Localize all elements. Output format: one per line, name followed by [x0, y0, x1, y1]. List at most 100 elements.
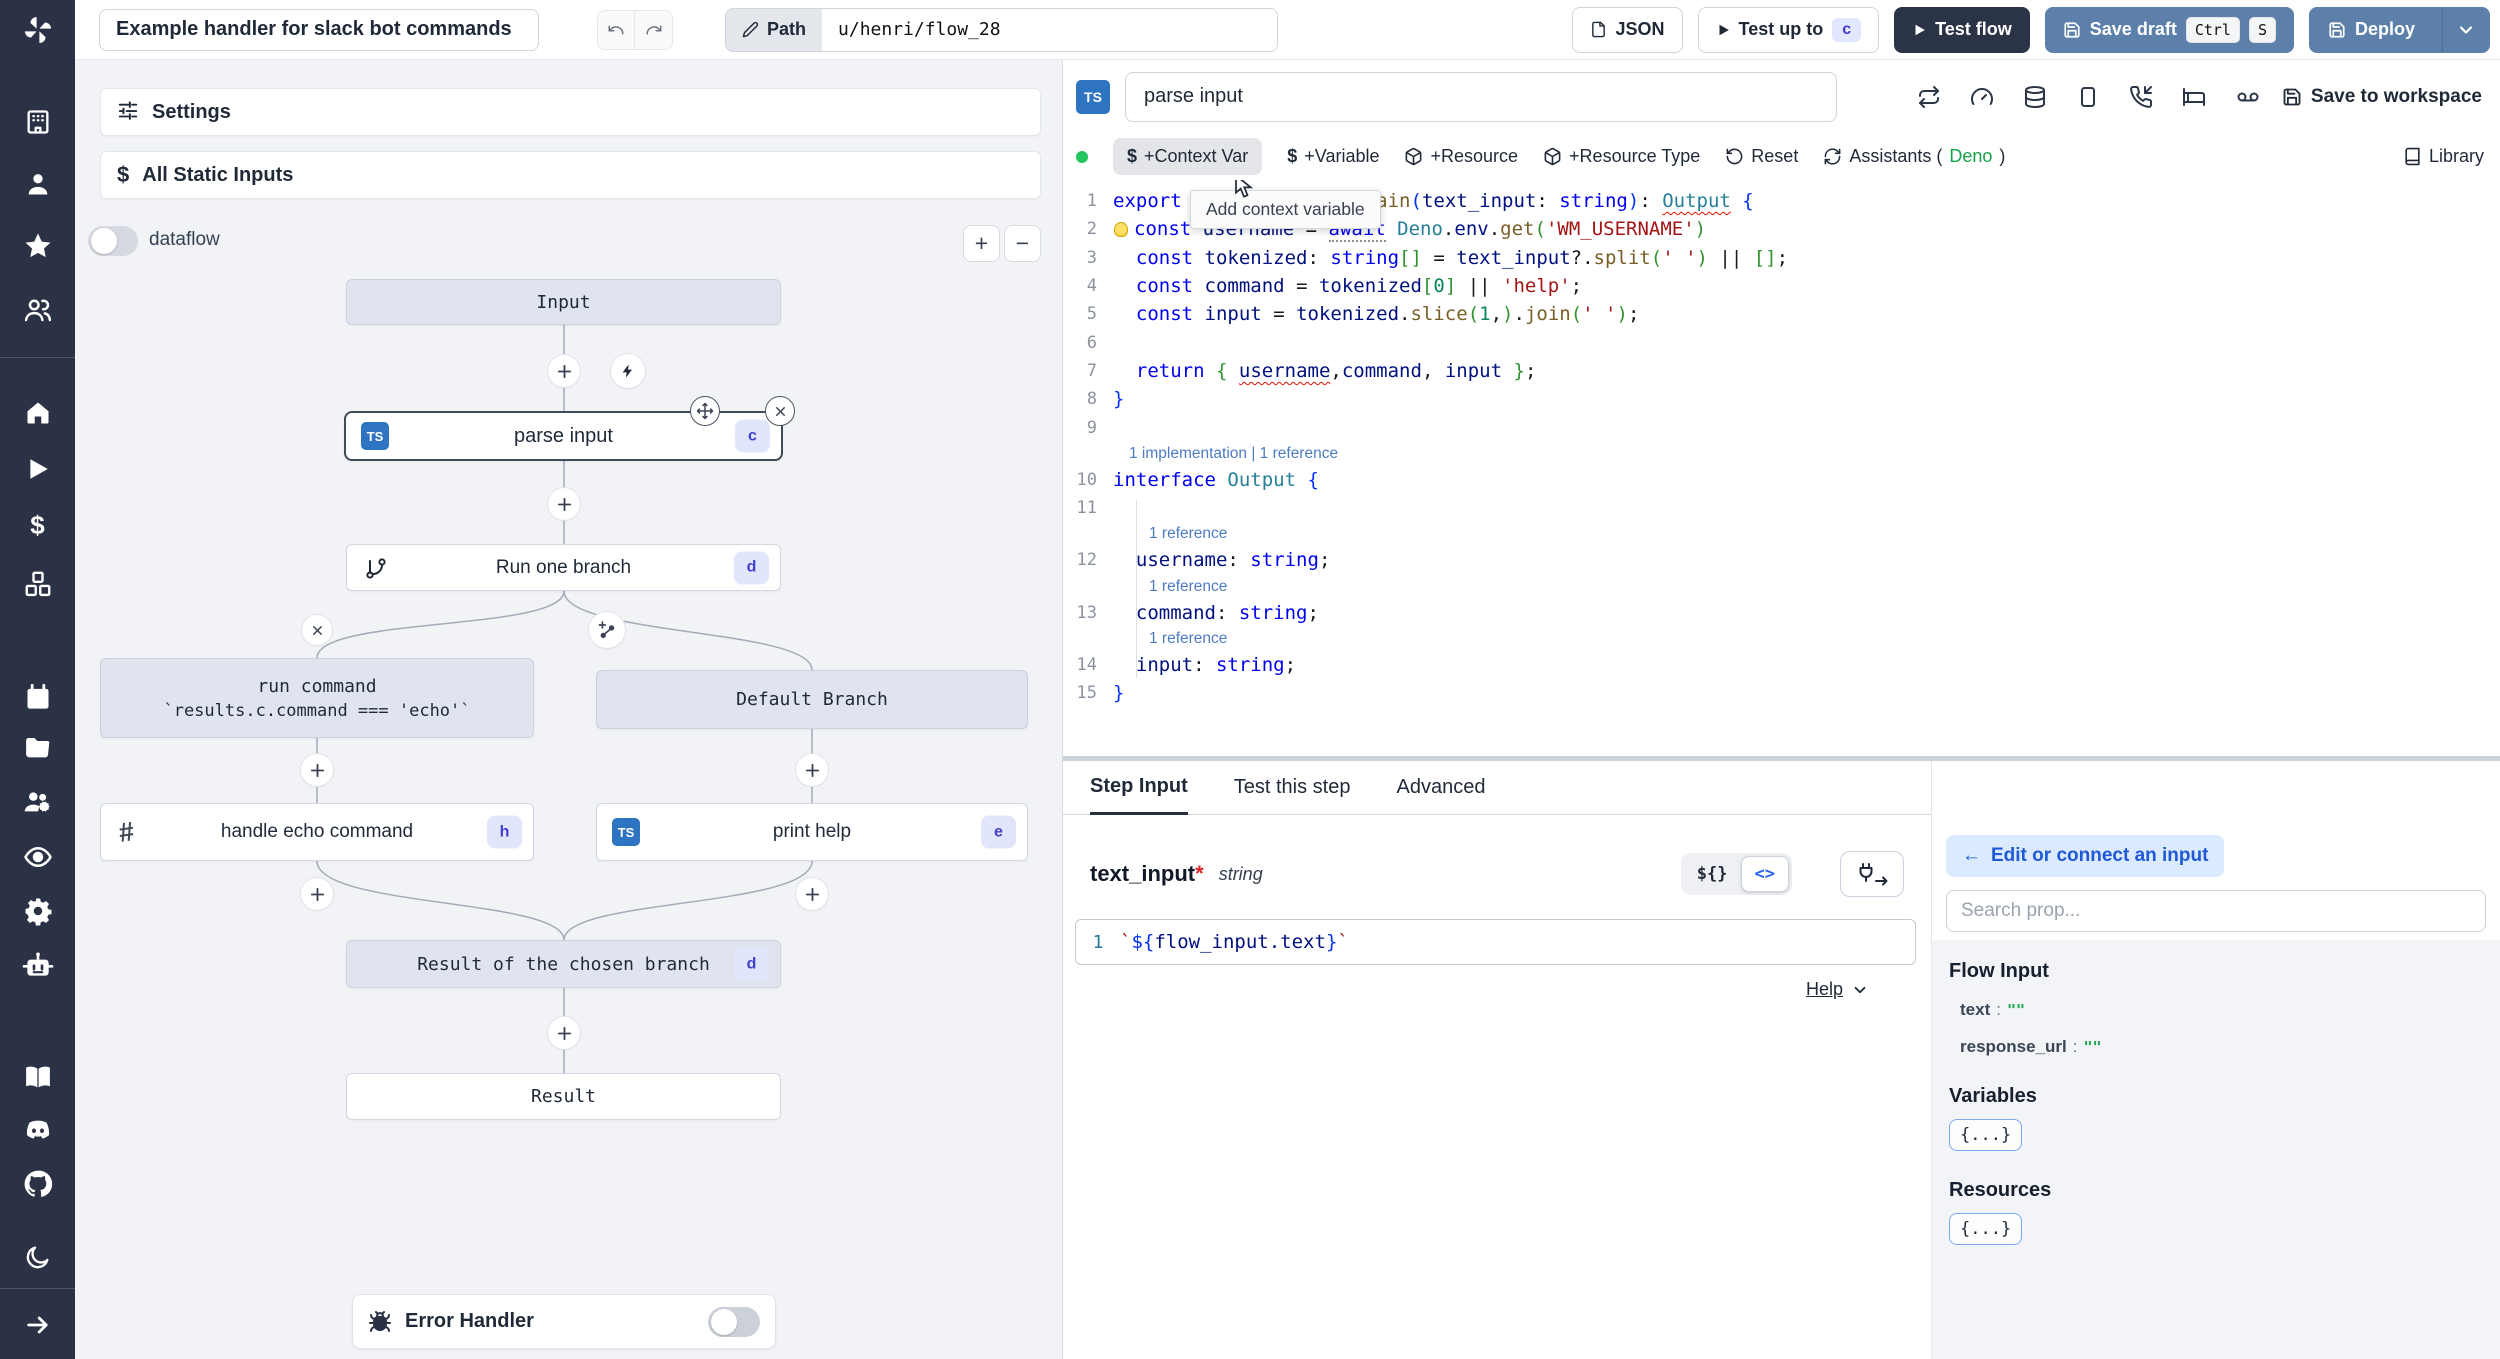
add-branch-button[interactable]	[589, 612, 625, 648]
home-icon[interactable]	[21, 396, 55, 430]
bug-icon	[369, 1310, 391, 1332]
tab-advanced[interactable]: Advanced	[1396, 761, 1485, 814]
add-step-button[interactable]	[796, 754, 828, 786]
node-default-branch[interactable]: Default Branch	[596, 670, 1028, 729]
boxes-icon[interactable]	[21, 567, 55, 601]
voicemail-icon[interactable]	[2235, 85, 2261, 109]
group-settings-icon[interactable]	[21, 785, 55, 819]
assistants-button[interactable]: Assistants (Deno)	[1823, 146, 2005, 167]
calendar-icon[interactable]	[21, 680, 55, 714]
left-nav-sidebar: $	[0, 60, 75, 1359]
star-icon[interactable]	[21, 229, 55, 263]
flow-title-input[interactable]	[99, 8, 539, 51]
node-input[interactable]: Input	[346, 279, 781, 325]
database-icon[interactable]	[2023, 85, 2047, 109]
redo-button[interactable]	[635, 9, 673, 50]
deploy-main[interactable]: Deploy	[2310, 8, 2433, 52]
prop-entry[interactable]: text: ""	[1949, 1000, 2500, 1020]
node-run-one-branch-label: Run one branch	[495, 556, 632, 578]
save-draft-button[interactable]: Save draft Ctrl S	[2044, 6, 2294, 53]
field-row: text_input * string ${} <>	[1063, 851, 1931, 897]
node-result-label: Result	[530, 1086, 597, 1107]
trigger-button[interactable]	[611, 354, 645, 388]
tab-step-input[interactable]: Step Input	[1090, 761, 1188, 815]
package-icon	[1406, 147, 1422, 166]
node-run-command-branch[interactable]: run command `results.c.command === 'echo…	[100, 658, 534, 738]
node-result-branch-label: Result of the chosen branch	[417, 953, 710, 975]
discord-icon[interactable]	[21, 1114, 55, 1148]
eye-icon[interactable]	[21, 840, 55, 874]
connect-input-button[interactable]	[1840, 851, 1904, 897]
user-group-icon[interactable]	[21, 293, 55, 327]
node-print-help[interactable]: TS print help e	[596, 803, 1028, 861]
repeat-icon[interactable]	[1917, 85, 1941, 109]
node-handle-echo-command[interactable]: # handle echo command h	[100, 803, 534, 861]
add-step-button[interactable]	[548, 488, 580, 520]
github-icon[interactable]	[21, 1167, 55, 1201]
phone-incoming-icon[interactable]	[2129, 85, 2153, 109]
test-up-to-button[interactable]: Test up to c	[1697, 6, 1880, 53]
library-button[interactable]: Library	[2403, 146, 2500, 167]
add-step-button[interactable]	[548, 355, 580, 387]
search-prop-input[interactable]	[1946, 890, 2486, 932]
tablet-icon[interactable]	[2076, 85, 2100, 109]
tab-test-this-step[interactable]: Test this step	[1234, 761, 1351, 814]
add-variable-button[interactable]: $ +Variable	[1287, 146, 1379, 167]
user-icon[interactable]	[21, 167, 55, 201]
resources-expand-chip[interactable]: {...}	[1949, 1213, 2023, 1245]
deploy-button[interactable]: Deploy	[2308, 6, 2490, 53]
gauge-icon[interactable]	[1970, 85, 1994, 109]
add-variable-label: +Variable	[1304, 146, 1380, 166]
add-step-button[interactable]	[301, 754, 333, 786]
deploy-dropdown[interactable]	[2442, 7, 2489, 52]
add-resource-button[interactable]: +Resource	[1404, 146, 1518, 167]
step-name-input[interactable]	[1125, 71, 1837, 122]
status-dot	[1076, 150, 1088, 163]
bed-icon[interactable]	[2182, 85, 2206, 109]
folder-icon[interactable]	[21, 731, 55, 765]
help-link[interactable]: Help	[1806, 979, 1843, 1000]
add-step-button[interactable]	[796, 878, 828, 910]
play-icon[interactable]	[21, 452, 55, 486]
add-context-var-button[interactable]: $ +Context Var	[1113, 138, 1263, 175]
book-icon[interactable]	[21, 1060, 55, 1094]
code-line: 10 interface Output {	[1076, 468, 1319, 491]
step-tabs: Step Input Test this step Advanced	[1063, 761, 1931, 815]
dollar-icon[interactable]: $	[21, 508, 55, 542]
node-result-of-branch[interactable]: Result of the chosen branch d	[346, 940, 781, 988]
save-to-workspace-button[interactable]: Save to workspace	[2282, 86, 2482, 108]
node-result[interactable]: Result	[346, 1073, 781, 1120]
gear-icon[interactable]	[21, 894, 55, 928]
add-step-button[interactable]	[548, 1017, 580, 1049]
field-name: text_input	[1090, 861, 1196, 886]
code-editor[interactable]: 1export async function main(text_input: …	[1063, 180, 2500, 756]
code-mode-button[interactable]: <>	[1740, 856, 1789, 892]
template-mode-button[interactable]: ${}	[1684, 857, 1741, 891]
robot-icon[interactable]	[21, 948, 55, 982]
expand-sidebar-icon[interactable]	[21, 1308, 55, 1342]
edit-connect-button[interactable]: ← Edit or connect an input	[1946, 835, 2225, 877]
undo-button[interactable]	[597, 9, 635, 50]
moon-icon[interactable]	[21, 1240, 55, 1274]
windmill-logo[interactable]	[0, 0, 75, 60]
typescript-badge: TS	[1076, 79, 1110, 114]
add-resource-type-button[interactable]: +Resource Type	[1543, 146, 1700, 167]
prop-entry[interactable]: response_url: ""	[1949, 1037, 2500, 1057]
move-node-handle[interactable]	[690, 396, 720, 426]
close-icon	[312, 625, 322, 635]
add-step-button[interactable]	[301, 878, 333, 910]
building-icon[interactable]	[21, 105, 55, 139]
error-handler-toggle[interactable]	[708, 1306, 760, 1337]
path-control[interactable]: Path u/henri/flow_28	[725, 7, 1279, 52]
variables-expand-chip[interactable]: {...}	[1949, 1119, 2023, 1151]
node-run-one-branch[interactable]: Run one branch d	[346, 544, 781, 591]
error-handler-row[interactable]: Error Handler	[352, 1294, 776, 1349]
expression-editor[interactable]: 1 `${flow_input.text}`	[1075, 919, 1916, 965]
json-button[interactable]: JSON	[1571, 6, 1683, 53]
chevron-down-icon[interactable]	[1851, 981, 1869, 999]
delete-node-button[interactable]	[765, 396, 795, 426]
reset-button[interactable]: Reset	[1725, 146, 1798, 167]
path-value[interactable]: u/henri/flow_28	[822, 8, 1278, 51]
test-flow-button[interactable]: Test flow	[1894, 6, 2030, 53]
remove-branch-button[interactable]	[302, 615, 332, 645]
